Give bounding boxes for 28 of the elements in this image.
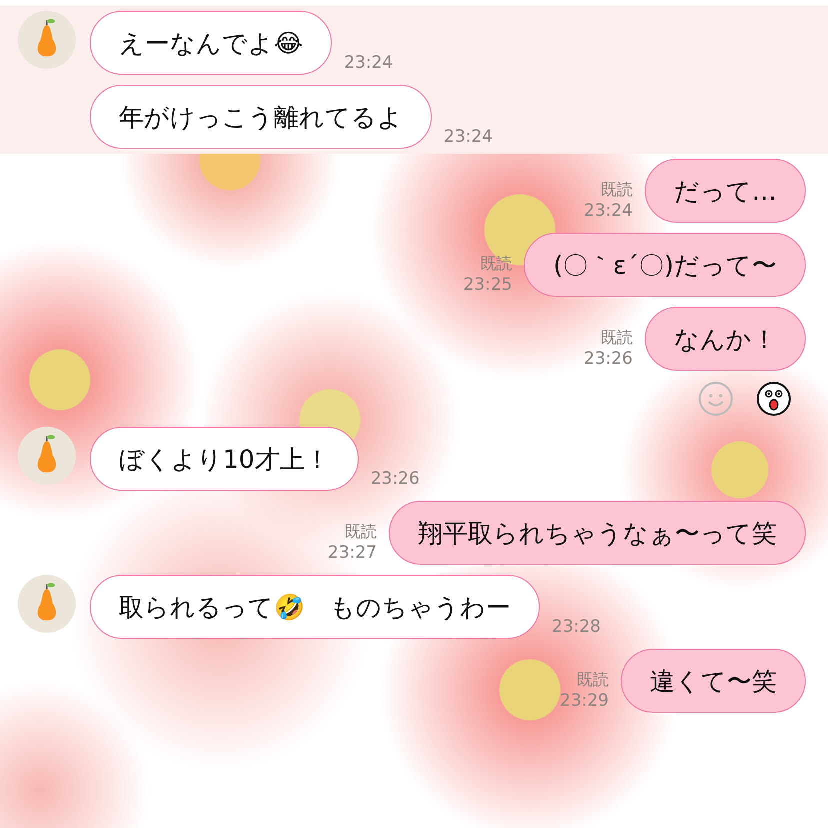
- read-receipt: 既読: [601, 180, 633, 201]
- message-time: 23:26: [584, 349, 633, 369]
- message-time: 23:24: [344, 53, 394, 73]
- message-bubble[interactable]: ぼくより10才上！: [90, 427, 359, 491]
- message-time: 23:27: [328, 543, 377, 563]
- message-time: 23:24: [584, 201, 633, 221]
- message-time: 23:24: [444, 127, 493, 147]
- message-time: 23:28: [552, 617, 601, 637]
- message-time: 23:29: [560, 691, 609, 711]
- message-bubble[interactable]: (〇｀ε´〇)だって〜: [524, 233, 806, 297]
- message-bubble[interactable]: なんか！: [645, 307, 806, 371]
- read-receipt: 既読: [345, 522, 377, 543]
- message-bubble[interactable]: 取られるって🤣 ものちゃうわー: [90, 575, 540, 639]
- read-receipt: 既読: [601, 328, 633, 349]
- message-bubble[interactable]: 違くて〜笑: [621, 649, 806, 713]
- surprised-face-icon[interactable]: [756, 381, 792, 417]
- smiley-icon[interactable]: [698, 381, 734, 417]
- read-receipt: 既読: [480, 254, 512, 275]
- pear-avatar-icon[interactable]: [18, 427, 76, 485]
- message-bubble[interactable]: えーなんでよ😂: [90, 11, 332, 75]
- message-time: 23:26: [370, 469, 420, 489]
- message-time: 23:25: [463, 275, 512, 295]
- read-receipt: 既読: [577, 670, 609, 691]
- message-bubble[interactable]: 翔平取られちゃうなぁ〜って笑: [389, 501, 806, 565]
- pear-avatar-icon[interactable]: [18, 11, 76, 69]
- message-bubble[interactable]: だって…: [645, 159, 806, 223]
- message-bubble[interactable]: 年がけっこう離れてるよ: [90, 85, 432, 149]
- pear-avatar-icon[interactable]: [18, 575, 76, 633]
